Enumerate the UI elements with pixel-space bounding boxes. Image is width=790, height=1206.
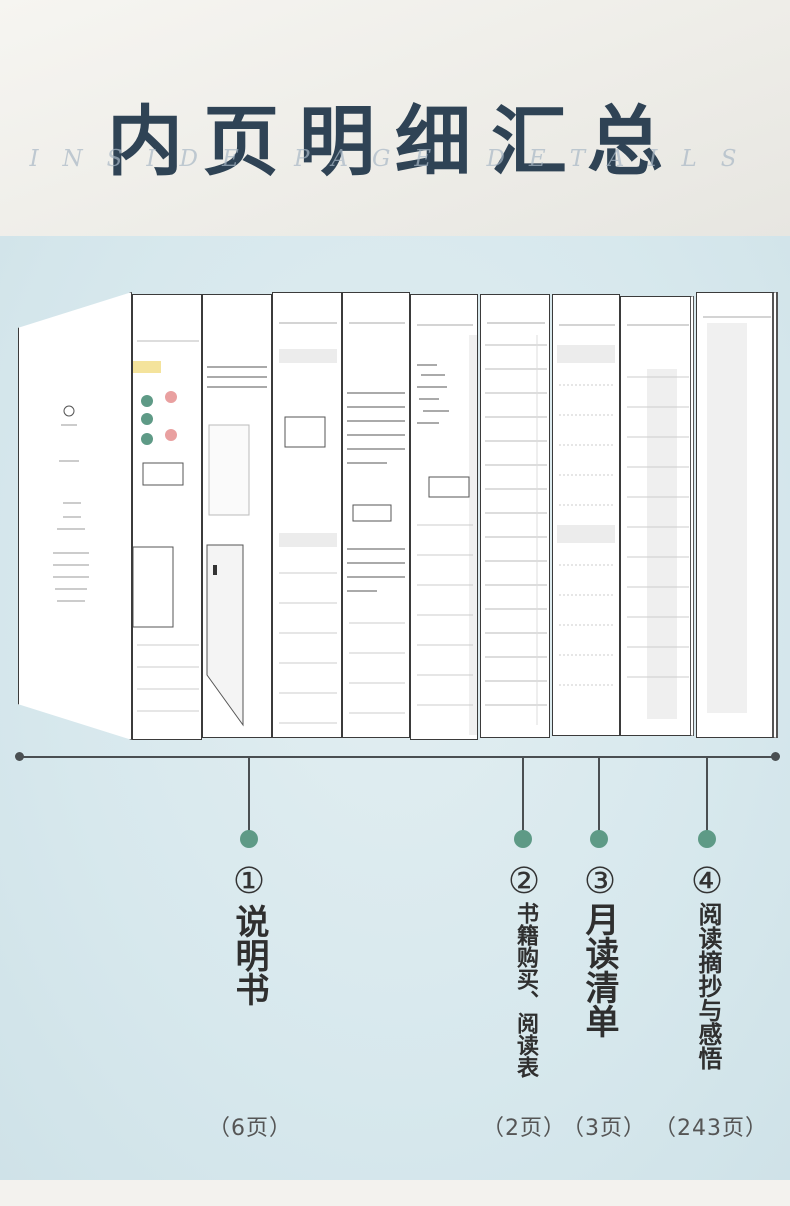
timeline-start-dot bbox=[15, 752, 24, 761]
section-4-number: ④ bbox=[690, 861, 724, 902]
section-4-title: 阅读摘抄与感悟 bbox=[694, 902, 722, 1070]
page-subtitle: INSIDE PAGE DETAILS bbox=[29, 146, 761, 172]
section-2-stem bbox=[522, 757, 524, 831]
notebook-page-cover bbox=[18, 292, 132, 740]
notebook-page-8 bbox=[480, 294, 550, 738]
notebook-page-9 bbox=[552, 294, 620, 736]
section-1-title: 说明书 bbox=[229, 904, 269, 1006]
section-3-count: （3页） bbox=[562, 1116, 646, 1141]
section-1-count: （6页） bbox=[208, 1116, 292, 1141]
timeline-line bbox=[20, 756, 776, 758]
header-band: 内页明细汇总 INSIDE PAGE DETAILS bbox=[0, 0, 790, 236]
notebook-page-10 bbox=[620, 296, 694, 736]
section-2-marker bbox=[514, 830, 532, 848]
notebook-page-6 bbox=[342, 292, 410, 738]
notebook-page-3 bbox=[132, 294, 202, 740]
section-3-stem bbox=[598, 757, 600, 831]
section-2-title: 书籍购买、阅读表 bbox=[513, 902, 538, 1078]
section-3-number: ③ bbox=[583, 861, 617, 902]
notebook-page-back-stack bbox=[696, 292, 778, 738]
section-4-count: （243页） bbox=[654, 1116, 768, 1141]
section-1-number: ① bbox=[232, 861, 266, 902]
section-3-title: 月读清单 bbox=[579, 902, 619, 1038]
section-4-stem bbox=[706, 757, 708, 831]
notebook-page-5 bbox=[272, 292, 342, 738]
page-title: 内页明细汇总 bbox=[107, 97, 683, 186]
notebook-page-7 bbox=[410, 294, 478, 740]
section-4-marker bbox=[698, 830, 716, 848]
section-2-number: ② bbox=[507, 861, 541, 902]
section-1-marker bbox=[240, 830, 258, 848]
footer-band bbox=[0, 1180, 790, 1206]
timeline-end-dot bbox=[771, 752, 780, 761]
section-2-count: （2页） bbox=[482, 1116, 566, 1141]
section-3-marker bbox=[590, 830, 608, 848]
section-1-stem bbox=[248, 757, 250, 831]
notebook-page-4 bbox=[202, 294, 272, 738]
